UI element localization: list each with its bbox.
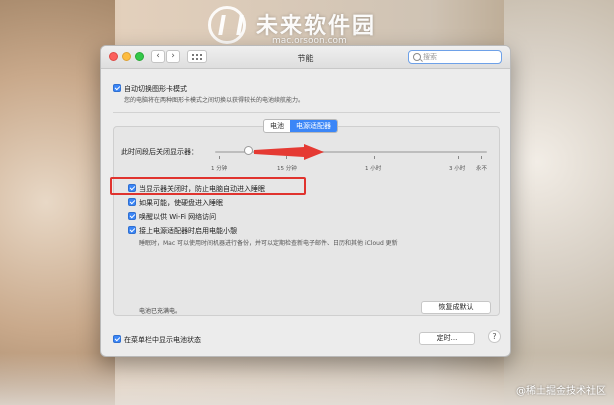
- tab-battery[interactable]: 电池: [264, 120, 290, 132]
- search-icon: [413, 53, 421, 61]
- wake-wifi-label: 唤醒以供 Wi-Fi 网络访问: [139, 213, 217, 221]
- search-placeholder: 搜索: [423, 53, 437, 61]
- titlebar: ‹ › 节能 搜索: [101, 46, 510, 69]
- restore-defaults-button[interactable]: 恢复成默认: [421, 301, 491, 314]
- power-source-tabs: 电池 电源适配器: [263, 119, 338, 133]
- footer-watermark: @稀土掘金技术社区: [516, 386, 606, 397]
- slider-tick: [458, 156, 459, 159]
- slider-tick: [219, 156, 220, 159]
- watermark: 未来软件园 mac.orsoon.com: [208, 6, 418, 48]
- preferences-window: ‹ › 节能 搜索 自动切换图形卡模式 您的电脑将在两种图形卡模式之间切换以获得…: [100, 45, 511, 357]
- tab-power-adapter[interactable]: 电源适配器: [290, 120, 337, 132]
- search-field[interactable]: 搜索: [408, 50, 502, 64]
- section-divider: [113, 112, 500, 113]
- auto-graphics-switch-description: 您的电脑将在两种图形卡模式之间切换以获得较长的电池续航能力。: [124, 97, 305, 104]
- slider-knob[interactable]: [244, 146, 253, 155]
- wake-wifi-checkbox[interactable]: [128, 212, 136, 220]
- background-left: [0, 0, 115, 405]
- slider-tick: [374, 156, 375, 159]
- highlight-box: [110, 177, 306, 195]
- background-bottom: [0, 353, 614, 405]
- power-nap-checkbox[interactable]: [128, 226, 136, 234]
- slider-tick-label: 3 小时: [449, 166, 466, 172]
- auto-graphics-switch-label: 自动切换图形卡模式: [124, 85, 187, 93]
- schedule-button[interactable]: 定时...: [419, 332, 475, 345]
- slider-tick-label: 15 分钟: [277, 166, 297, 172]
- red-arrow-icon: [254, 144, 324, 160]
- slider-tick-label: 永不: [476, 166, 488, 172]
- show-battery-menu-label: 在菜单栏中显示电池状态: [124, 336, 201, 344]
- power-nap-description: 睡眠时，Mac 可以使用时间机器进行备份，并可以定期检查新电子邮件、日历和其他 …: [139, 240, 398, 247]
- battery-status: 电池已充满电。: [139, 308, 182, 315]
- power-nap-label: 接上电源适配器时启用电能小憩: [139, 227, 237, 235]
- slider-tick: [481, 156, 482, 159]
- help-icon: ?: [492, 332, 497, 341]
- disk-sleep-label: 如果可能，使硬盘进入睡眠: [139, 199, 223, 207]
- slider-tick-label: 1 小时: [365, 166, 382, 172]
- slider-tick-label: 1 分钟: [211, 166, 228, 172]
- help-button[interactable]: ?: [488, 330, 501, 343]
- background-right: [504, 0, 614, 405]
- watermark-logo-icon: [208, 6, 246, 44]
- display-sleep-label: 此时间段后关闭显示器：: [121, 148, 198, 156]
- show-battery-menu-checkbox[interactable]: [113, 335, 121, 343]
- auto-graphics-switch-checkbox[interactable]: [113, 84, 121, 92]
- disk-sleep-checkbox[interactable]: [128, 198, 136, 206]
